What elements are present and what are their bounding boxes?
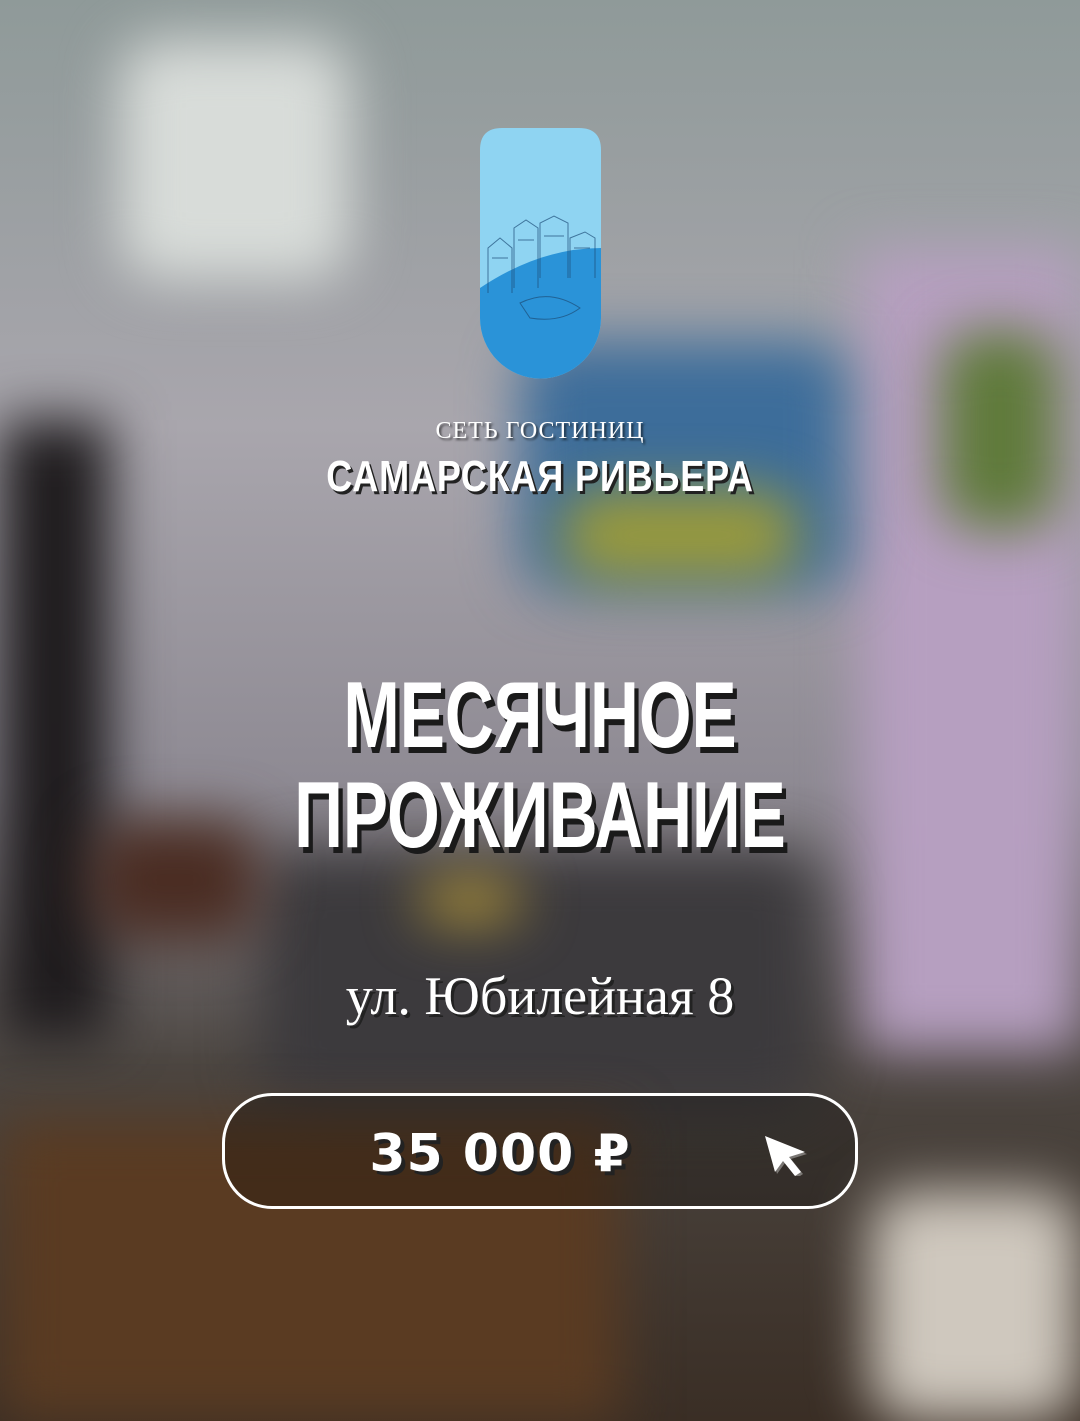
chair [870, 1190, 1080, 1421]
address: ул. Юбилейная 8 [345, 966, 735, 1026]
cursor-arrow-icon [761, 1132, 811, 1178]
price-label: 35 000 ₽ [369, 1124, 631, 1184]
towel [420, 880, 520, 920]
headline-line-2: ПРОЖИВАНИЕ [294, 762, 786, 867]
wall-painting-field [560, 490, 800, 580]
door-hanger-logo-icon [480, 128, 601, 379]
brand-name: САМАРСКАЯ РИВЬЕРА [326, 452, 754, 501]
price-button[interactable]: 35 000 ₽ [222, 1093, 858, 1209]
brand-subtitle: СЕТЬ ГОСТИНИЦ [435, 418, 645, 444]
headline-line-1: МЕСЯЧНОЕ [343, 662, 737, 767]
headline: МЕСЯЧНОЕ ПРОЖИВАНИЕ [151, 665, 929, 865]
ceiling-light [120, 40, 350, 280]
dark-doorway [0, 420, 110, 1040]
